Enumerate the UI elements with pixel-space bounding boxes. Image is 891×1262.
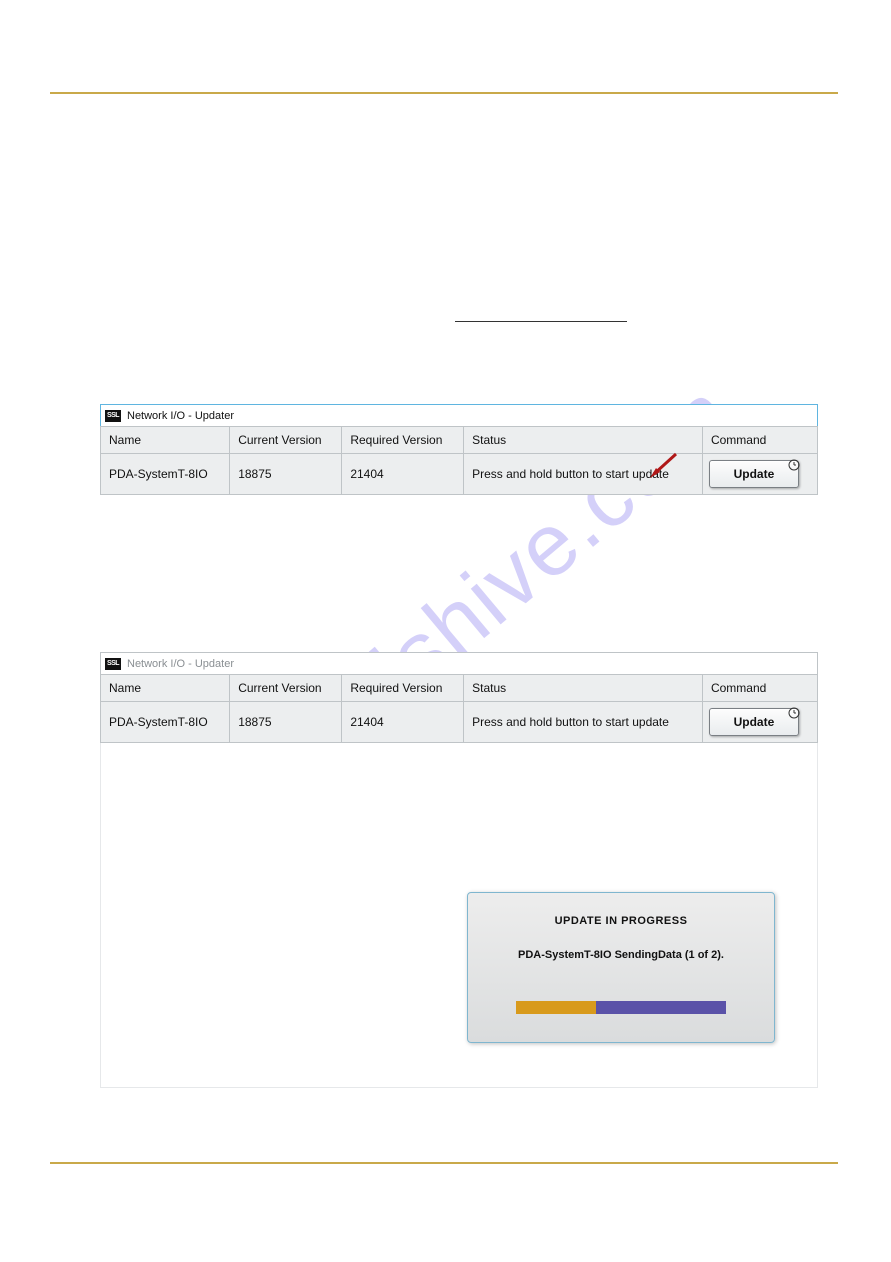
progress-message: PDA-SystemT-8IO SendingData (1 of 2). bbox=[482, 949, 760, 961]
updater-window-active: SSL Network I/O - Updater Name Current V… bbox=[100, 404, 818, 495]
col-required-version: Required Version bbox=[342, 427, 464, 454]
col-name: Name bbox=[101, 427, 230, 454]
cell-command: Update bbox=[702, 702, 817, 743]
update-button-label: Update bbox=[734, 715, 775, 729]
window-titlebar: SSL Network I/O - Updater bbox=[100, 404, 818, 426]
col-required-version: Required Version bbox=[342, 675, 464, 702]
cell-required-version: 21404 bbox=[342, 702, 464, 743]
window-title: Network I/O - Updater bbox=[127, 410, 234, 422]
clock-icon bbox=[788, 707, 800, 719]
col-status: Status bbox=[464, 675, 703, 702]
progress-bar-fill bbox=[516, 1001, 596, 1014]
table-header-row: Name Current Version Required Version St… bbox=[101, 427, 818, 454]
cell-command: Update bbox=[702, 454, 817, 495]
table-header-row: Name Current Version Required Version St… bbox=[101, 675, 818, 702]
divider-bottom bbox=[50, 1162, 838, 1164]
updater-table: Name Current Version Required Version St… bbox=[100, 674, 818, 743]
col-current-version: Current Version bbox=[230, 675, 342, 702]
table-row: PDA-SystemT-8IO 18875 21404 Press and ho… bbox=[101, 454, 818, 495]
col-current-version: Current Version bbox=[230, 427, 342, 454]
cell-name: PDA-SystemT-8IO bbox=[101, 702, 230, 743]
cell-current-version: 18875 bbox=[230, 454, 342, 495]
divider-top bbox=[50, 92, 838, 94]
clock-icon bbox=[788, 459, 800, 471]
window-titlebar-inactive: SSL Network I/O - Updater bbox=[100, 652, 818, 674]
col-name: Name bbox=[101, 675, 230, 702]
col-command: Command bbox=[702, 427, 817, 454]
table-row: PDA-SystemT-8IO 18875 21404 Press and ho… bbox=[101, 702, 818, 743]
progress-title: UPDATE IN PROGRESS bbox=[482, 915, 760, 927]
text-underline bbox=[455, 321, 627, 322]
update-button[interactable]: Update bbox=[709, 460, 799, 488]
window-title: Network I/O - Updater bbox=[127, 658, 234, 670]
col-status: Status bbox=[464, 427, 703, 454]
progress-dialog: UPDATE IN PROGRESS PDA-SystemT-8IO Sendi… bbox=[467, 892, 775, 1043]
update-button[interactable]: Update bbox=[709, 708, 799, 736]
cell-status: Press and hold button to start update bbox=[464, 702, 703, 743]
update-button-label: Update bbox=[734, 467, 775, 481]
cell-required-version: 21404 bbox=[342, 454, 464, 495]
progress-bar bbox=[516, 1001, 726, 1014]
cell-status: Press and hold button to start update bbox=[464, 454, 703, 495]
cell-current-version: 18875 bbox=[230, 702, 342, 743]
ssl-icon: SSL bbox=[105, 410, 121, 422]
cell-name: PDA-SystemT-8IO bbox=[101, 454, 230, 495]
ssl-icon: SSL bbox=[105, 658, 121, 670]
col-command: Command bbox=[702, 675, 817, 702]
updater-table: Name Current Version Required Version St… bbox=[100, 426, 818, 495]
